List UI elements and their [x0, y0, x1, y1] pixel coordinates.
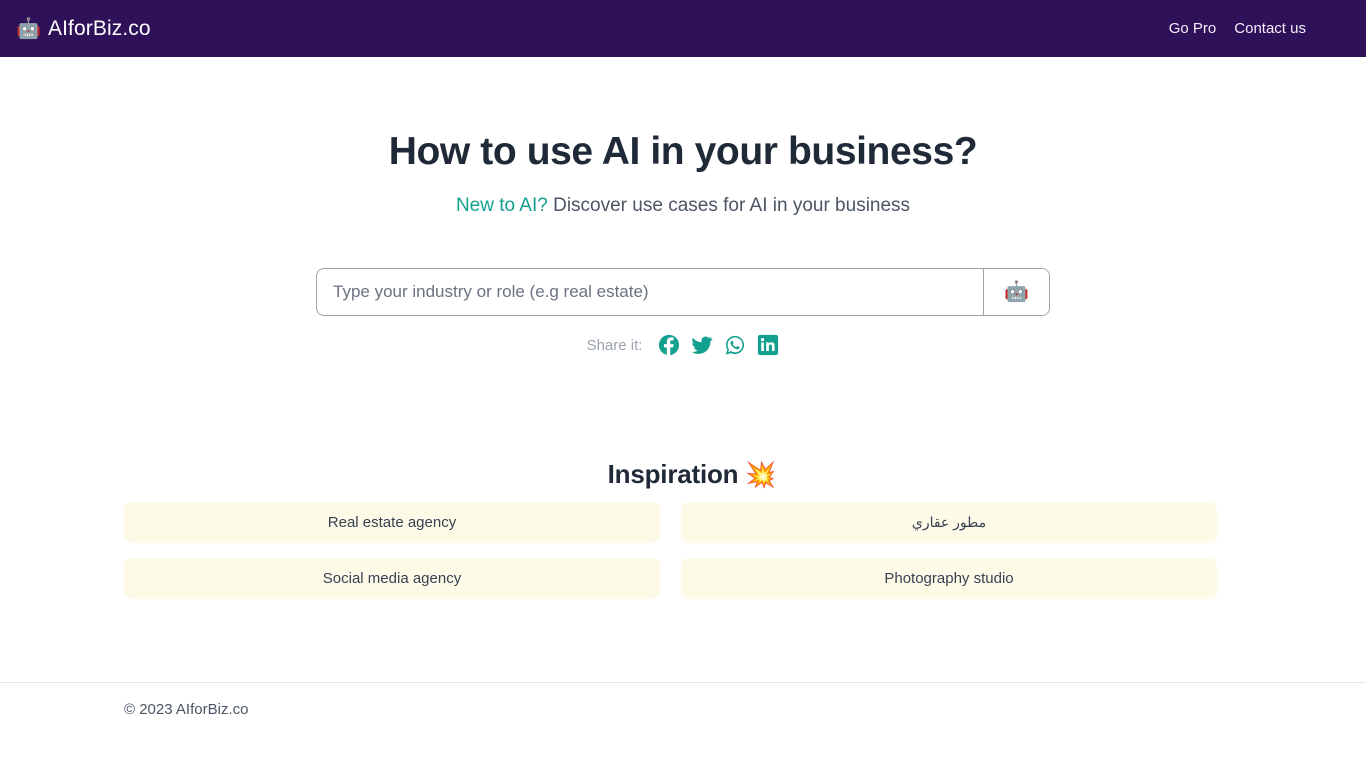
inspiration-card-social-media-agency[interactable]: Social media agency — [124, 558, 660, 599]
search-bar: 🤖 — [316, 268, 1050, 316]
top-navbar: 🤖 AIforBiz.co Go Pro Contact us — [0, 0, 1366, 57]
inspiration-heading-text: Inspiration — [607, 459, 739, 489]
inspiration-card-real-estate-agency[interactable]: Real estate agency — [124, 502, 660, 543]
inspiration-card-arabic-real-estate-developer[interactable]: مطور عقاري — [681, 502, 1217, 543]
page-title: How to use AI in your business? — [388, 130, 978, 173]
twitter-icon[interactable] — [691, 334, 713, 356]
collision-emoji-icon: 💥 — [745, 461, 777, 489]
share-row: Share it: — [0, 334, 1366, 356]
nav-link-contact-us[interactable]: Contact us — [1234, 20, 1306, 37]
nav-link-go-pro[interactable]: Go Pro — [1169, 20, 1217, 37]
inspiration-card-grid: Real estate agency مطور عقاري Social med… — [124, 502, 1217, 599]
facebook-icon[interactable] — [658, 334, 680, 356]
inspiration-heading: Inspiration 💥 — [0, 459, 1366, 490]
footer-divider — [0, 682, 1366, 683]
search-input[interactable] — [317, 269, 983, 315]
search-submit-button[interactable]: 🤖 — [983, 269, 1049, 315]
hero-section: How to use AI in your business? New to A… — [0, 57, 1366, 219]
linkedin-icon[interactable] — [757, 334, 779, 356]
hero-subtitle-rest: Discover use cases for AI in your busine… — [547, 194, 911, 216]
brand-logo-link[interactable]: 🤖 AIforBiz.co — [16, 17, 151, 41]
robot-icon: 🤖 — [1004, 281, 1029, 303]
footer-copyright: © 2023 AIforBiz.co — [124, 701, 249, 718]
inspiration-card-photography-studio[interactable]: Photography studio — [681, 558, 1217, 599]
share-label: Share it: — [586, 336, 643, 354]
robot-icon: 🤖 — [16, 17, 41, 40]
new-to-ai-link[interactable]: New to AI? — [456, 195, 548, 216]
hero-subtitle: New to AI? Discover use cases for AI in … — [0, 175, 1366, 219]
brand-name: AIforBiz.co — [48, 16, 151, 40]
nav-links: Go Pro Contact us — [1169, 20, 1306, 37]
whatsapp-icon[interactable] — [724, 334, 746, 356]
